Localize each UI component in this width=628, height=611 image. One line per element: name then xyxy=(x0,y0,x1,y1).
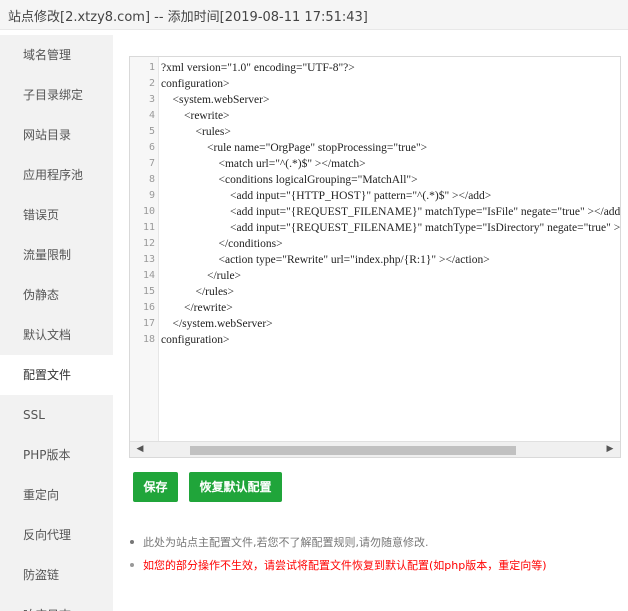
arrow-right-icon[interactable]: ▶ xyxy=(603,444,617,454)
sidebar-item-hotlink[interactable]: 防盗链 xyxy=(0,555,113,595)
sidebar-item-response-log[interactable]: 响应日志 xyxy=(0,595,113,611)
code-line: configuration> xyxy=(161,334,230,346)
line-number: 15 xyxy=(142,286,155,297)
line-number: 9 xyxy=(148,190,155,201)
code-line: <add input="{HTTP_HOST}" pattern="^(.*)$… xyxy=(161,190,492,202)
line-number: 10 xyxy=(142,206,155,217)
note-text-warning: 如您的部分操作不生效，请尝试将配置文件恢复到默认配置(如php版本，重定向等) xyxy=(143,559,547,572)
code-line: <add input="{REQUEST_FILENAME}" matchTyp… xyxy=(161,206,621,218)
code-line: <system.webServer> xyxy=(161,94,270,106)
sidebar-item-error-page[interactable]: 错误页 xyxy=(0,195,113,235)
note-text: 此处为站点主配置文件,若您不了解配置规则,请勿随意修改. xyxy=(143,536,429,549)
line-number: 1 xyxy=(148,62,155,73)
window-titlebar: 站点修改[2.xtzy8.com] -- 添加时间[2019-08-11 17:… xyxy=(0,0,628,30)
sidebar-nav: 域名管理 子目录绑定 网站目录 应用程序池 错误页 流量限制 伪静态 默认文档 … xyxy=(0,35,113,611)
code-line: configuration> xyxy=(161,78,230,90)
config-editor[interactable]: 1 2 3 4 5 6 7 8 9 10 11 12 13 14 15 16 1… xyxy=(129,56,621,458)
save-button[interactable]: 保存 xyxy=(133,472,178,502)
line-number: 18 xyxy=(142,334,155,345)
line-number: 8 xyxy=(148,174,155,185)
sidebar-item-app-pool[interactable]: 应用程序池 xyxy=(0,155,113,195)
sidebar-item-php-version[interactable]: PHP版本 xyxy=(0,435,113,475)
sidebar-item-traffic-limit[interactable]: 流量限制 xyxy=(0,235,113,275)
line-number: 13 xyxy=(142,254,155,265)
sidebar-item-reverse-proxy[interactable]: 反向代理 xyxy=(0,515,113,555)
sidebar-item-redirect[interactable]: 重定向 xyxy=(0,475,113,515)
line-number: 6 xyxy=(148,142,155,153)
line-number: 16 xyxy=(142,302,155,313)
line-number-gutter: 1 2 3 4 5 6 7 8 9 10 11 12 13 14 15 16 1… xyxy=(130,57,159,441)
scrollbar-thumb[interactable] xyxy=(190,446,516,455)
sidebar-item-subdirectory[interactable]: 子目录绑定 xyxy=(0,75,113,115)
bullet-icon xyxy=(130,540,134,544)
window-title: 站点修改[2.xtzy8.com] -- 添加时间[2019-08-11 17:… xyxy=(8,10,368,25)
line-number: 7 xyxy=(148,158,155,169)
code-line: <rewrite> xyxy=(161,110,230,122)
line-number: 11 xyxy=(142,222,155,233)
line-number: 14 xyxy=(142,270,155,281)
line-number: 5 xyxy=(148,126,155,137)
line-number: 17 xyxy=(142,318,155,329)
line-number: 4 xyxy=(148,110,155,121)
sidebar-item-config-file[interactable]: 配置文件 xyxy=(0,355,113,395)
code-line: <add input="{REQUEST_FILENAME}" matchTyp… xyxy=(161,222,621,234)
sidebar-item-rewrite[interactable]: 伪静态 xyxy=(0,275,113,315)
line-number: 12 xyxy=(142,238,155,249)
horizontal-scrollbar[interactable]: ◀ ▶ xyxy=(130,441,620,457)
code-line: ?xml version="1.0" encoding="UTF-8"?> xyxy=(161,62,355,74)
arrow-left-icon[interactable]: ◀ xyxy=(133,444,147,454)
code-area[interactable]: ?xml version="1.0" encoding="UTF-8"?> co… xyxy=(159,57,621,441)
code-line: </system.webServer> xyxy=(161,318,273,330)
sidebar-item-domain[interactable]: 域名管理 xyxy=(0,35,113,75)
line-number: 2 xyxy=(148,78,155,89)
sidebar-item-site-directory[interactable]: 网站目录 xyxy=(0,115,113,155)
sidebar-item-ssl[interactable]: SSL xyxy=(0,395,113,435)
sidebar-item-default-doc[interactable]: 默认文档 xyxy=(0,315,113,355)
code-line: </rules> xyxy=(161,286,235,298)
code-line: <rule name="OrgPage" stopProcessing="tru… xyxy=(161,142,428,154)
line-number: 3 xyxy=(148,94,155,105)
code-line: </rewrite> xyxy=(161,302,233,314)
code-line: </rule> xyxy=(161,270,242,282)
bullet-icon xyxy=(130,563,134,567)
code-line: </conditions> xyxy=(161,238,283,250)
note-item: 此处为站点主配置文件,若您不了解配置规则,请勿随意修改. xyxy=(130,534,429,550)
note-item-warning: 如您的部分操作不生效，请尝试将配置文件恢复到默认配置(如php版本，重定向等) xyxy=(130,557,547,573)
code-line: <match url="^(.*)$" ></match> xyxy=(161,158,366,170)
code-line: <rules> xyxy=(161,126,231,138)
restore-default-button[interactable]: 恢复默认配置 xyxy=(189,472,282,502)
code-line: <conditions logicalGrouping="MatchAll"> xyxy=(161,174,418,186)
code-line: <action type="Rewrite" url="index.php/{R… xyxy=(161,254,490,266)
